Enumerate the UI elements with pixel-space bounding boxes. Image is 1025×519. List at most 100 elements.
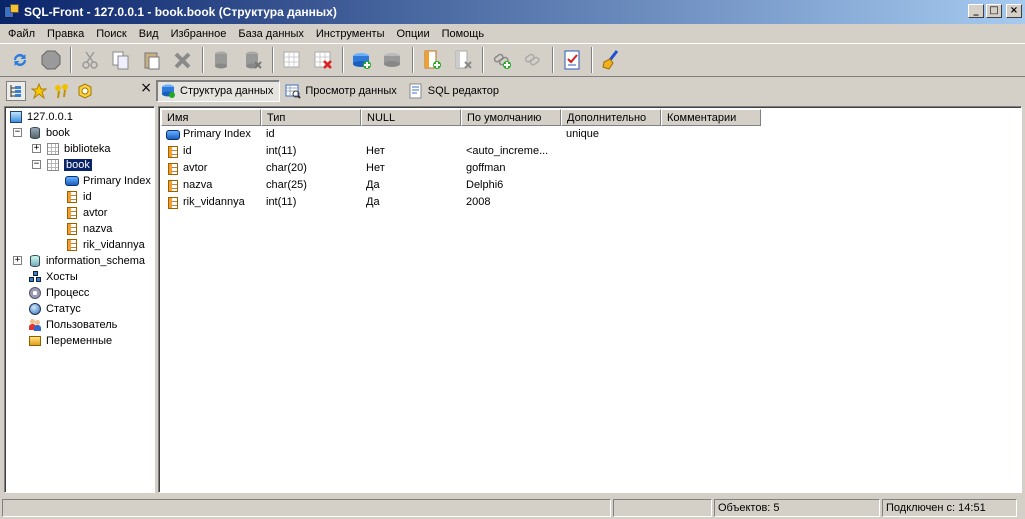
delete-field-button[interactable] [449, 46, 477, 74]
favorites-button[interactable] [29, 81, 49, 101]
menu-file[interactable]: Файл [2, 28, 41, 40]
tree-node-field-avtor[interactable]: avtor [65, 205, 107, 221]
tab-structure[interactable]: Структура данных [156, 79, 281, 102]
status-objects-count: Объектов: 5 [714, 499, 880, 517]
tree-node-hosts[interactable]: Хосты [28, 269, 78, 285]
stop-button[interactable] [37, 46, 65, 74]
delete-link-button[interactable] [519, 46, 547, 74]
close-button[interactable]: × [1006, 4, 1022, 18]
new-database-icon [215, 51, 227, 69]
new-table-button[interactable] [278, 46, 306, 74]
tree-node-variables[interactable]: Переменные [28, 333, 112, 349]
menu-help[interactable]: Помощь [436, 28, 491, 40]
cell-name-text: Primary Index [183, 128, 251, 140]
cut-button[interactable] [76, 46, 104, 74]
tree-node-field-nazva[interactable]: nazva [65, 221, 112, 237]
delete-server-button[interactable] [379, 46, 407, 74]
menu-view[interactable]: Вид [133, 28, 165, 40]
keys-button[interactable] [52, 81, 72, 101]
cell-default [461, 126, 561, 143]
checklist-button[interactable] [558, 46, 586, 74]
tree-node-status[interactable]: Статус [28, 301, 81, 317]
field-icon [166, 162, 180, 176]
table-row[interactable]: nazva char(25) Да Delphi6 [161, 177, 661, 194]
delete-field-icon [455, 50, 472, 69]
new-link-icon [493, 53, 511, 69]
column-header-null[interactable]: NULL [361, 109, 461, 126]
collapse-book-db-toggle[interactable]: − [13, 128, 22, 137]
new-field-button[interactable] [418, 46, 446, 74]
column-header-name[interactable]: Имя [161, 109, 261, 126]
menu-tools[interactable]: Инструменты [310, 28, 391, 40]
column-header-type[interactable]: Тип [261, 109, 361, 126]
history-button[interactable] [75, 81, 95, 101]
menu-options[interactable]: Опции [390, 28, 435, 40]
title-bar: SQL-Front - 127.0.0.1 - book.book (Струк… [0, 0, 1025, 24]
menu-edit[interactable]: Правка [41, 28, 90, 40]
toolbar-separator [70, 47, 72, 73]
object-tree[interactable]: 127.0.0.1 − book + biblioteka − book Pri… [4, 106, 155, 493]
new-database-button[interactable] [208, 46, 236, 74]
table-row[interactable]: avtor char(20) Нет goffman [161, 160, 661, 177]
sidebar-toolbar: × [0, 78, 156, 103]
paste-icon [144, 52, 160, 70]
new-link-button[interactable] [488, 46, 516, 74]
cell-default: goffman [466, 162, 506, 174]
structure-icon [162, 84, 175, 98]
tree-node-field-id[interactable]: id [65, 189, 92, 205]
close-sidebar-button[interactable]: × [140, 80, 152, 96]
cell-extra: unique [566, 128, 600, 140]
menu-bar: Файл Правка Поиск Вид Избранное База дан… [0, 24, 1025, 43]
table-row[interactable]: Primary Index id unique [161, 126, 661, 143]
tree-node-db-book[interactable]: book [28, 125, 70, 141]
tree-node-users[interactable]: Пользователь [28, 317, 117, 333]
broom-button[interactable] [597, 46, 625, 74]
menu-database[interactable]: База данных [232, 28, 310, 40]
delete-table-icon [314, 51, 332, 69]
maximize-button[interactable]: □ [986, 4, 1002, 18]
tree-node-label: Статус [46, 303, 81, 315]
status-connected-since: Подключен с: 14:51 [882, 499, 1017, 517]
tree-node-process[interactable]: Процесс [28, 285, 89, 301]
main-toolbar [0, 43, 1025, 77]
structure-grid[interactable]: Имя Тип NULL По умолчанию Дополнительно … [158, 106, 1022, 493]
new-server-button[interactable] [348, 46, 376, 74]
tree-node-db-information-schema[interactable]: information_schema [28, 253, 145, 269]
field-icon [166, 196, 180, 210]
tree-node-table-book[interactable]: book [46, 157, 93, 173]
tab-browse[interactable]: Просмотр данных [282, 80, 402, 102]
delete-table-button[interactable] [309, 46, 337, 74]
column-header-extra[interactable]: Дополнительно [561, 109, 661, 126]
table-row[interactable]: rik_vidannya int(11) Да 2008 [161, 194, 661, 211]
minimize-button[interactable]: _ [968, 4, 984, 18]
tree-view-button[interactable] [6, 80, 26, 101]
delete-button[interactable] [169, 46, 197, 74]
toolbar-separator [202, 47, 204, 73]
tab-sql-editor[interactable]: SQL редактор [405, 80, 505, 102]
tree-node-table-biblioteka[interactable]: biblioteka [46, 141, 110, 157]
expand-biblioteka-toggle[interactable]: + [32, 144, 41, 153]
menu-search[interactable]: Поиск [90, 28, 132, 40]
tree-node-label: book [63, 158, 93, 172]
tree-node-field-rik-vidannya[interactable]: rik_vidannya [65, 237, 145, 253]
column-header-comments[interactable]: Комментарии [661, 109, 761, 126]
cell-name-text: avtor [183, 162, 208, 174]
status-panel-blank [613, 499, 712, 517]
expand-information-schema-toggle[interactable]: + [13, 256, 22, 265]
cell-extra [561, 143, 661, 160]
delete-database-button[interactable] [239, 46, 267, 74]
database-icon [28, 126, 42, 140]
refresh-button[interactable] [6, 46, 34, 74]
menu-favorites[interactable]: Избранное [165, 28, 233, 40]
table-row[interactable]: id int(11) Нет <auto_increme... [161, 143, 661, 160]
column-header-default[interactable]: По умолчанию [461, 109, 561, 126]
paste-button[interactable] [138, 46, 166, 74]
star-icon [31, 82, 47, 99]
cell-name-text: rik_vidannya [183, 196, 245, 208]
cell-default: 2008 [466, 196, 491, 208]
copy-button[interactable] [107, 46, 135, 74]
collapse-book-table-toggle[interactable]: − [32, 160, 41, 169]
tree-node-server[interactable]: 127.0.0.1 [9, 109, 73, 125]
tree-node-primary-index[interactable]: Primary Index [65, 173, 151, 189]
tree-node-label: Переменные [46, 335, 113, 347]
